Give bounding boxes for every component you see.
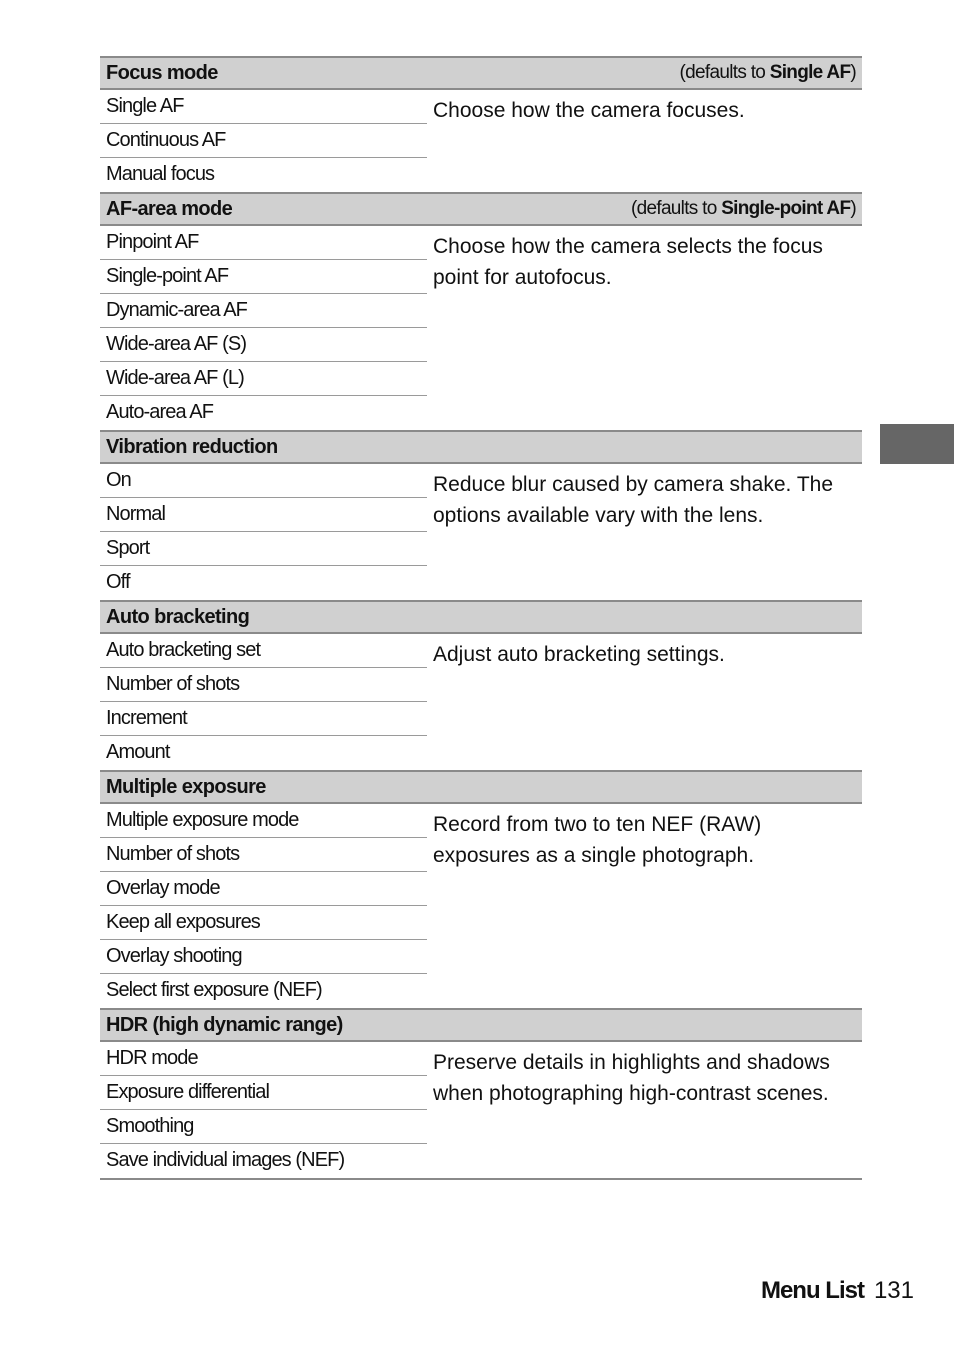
section-body: Multiple exposure mode Number of shots Ove… — [100, 804, 862, 1008]
section-title: Multiple exposure — [106, 775, 266, 798]
menu-section: Vibration reduction On Normal Sport Off Reduc… — [100, 430, 862, 600]
section-header: HDR (high dynamic range) — [100, 1008, 862, 1042]
menu-section: Auto bracketing Auto bracketing set Number… — [100, 600, 862, 770]
table-bottom-rule — [100, 1178, 862, 1180]
default-suffix: ) — [850, 62, 856, 83]
option-item: Select first exposure (NEF) — [106, 979, 323, 1001]
section-body: HDR mode Exposure differential Smoothing Sa… — [100, 1042, 862, 1178]
option-item: Continuous AF — [100, 124, 427, 158]
section-title: AF-area mode — [106, 197, 233, 220]
section-body: On Normal Sport Off Reduce blur caused by ca… — [100, 464, 862, 600]
option-item: Single-point AF — [100, 260, 427, 294]
section-default: (defaults to Single AF) — [679, 62, 857, 84]
option-item: Overlay mode — [100, 872, 427, 906]
option-item: Number of shots — [100, 668, 427, 702]
option-item: Sport — [100, 532, 427, 566]
option-item: Pinpoint AF — [100, 226, 427, 260]
section-header: Auto bracketing — [100, 600, 862, 634]
default-value: Single AF — [769, 62, 851, 83]
option-list: HDR mode Exposure differential Smoothing Sa… — [100, 1042, 427, 1178]
option-list: Auto bracketing set Number of shots Increm… — [100, 634, 427, 770]
section-description: Preserve details in highlights and shado… — [433, 1051, 830, 1105]
option-list: On Normal Sport Off — [100, 464, 427, 600]
section-body: Single AF Continuous AF Manual focus Choose… — [100, 90, 862, 192]
default-suffix: ) — [850, 198, 856, 219]
default-value: Single-point AF — [721, 198, 851, 219]
option-item: Auto-area AF — [106, 401, 214, 423]
menu-table: Focus mode (defaults to Single AF) Single … — [100, 56, 862, 1180]
option-item: HDR mode — [100, 1042, 427, 1076]
option-item: Amount — [106, 741, 170, 763]
option-item: Overlay shooting — [100, 940, 427, 974]
section-description: Reduce blur caused by camera shake. The … — [433, 473, 834, 527]
default-prefix: (defaults to — [679, 62, 770, 83]
default-prefix: (defaults to — [631, 198, 722, 219]
option-item: Single AF — [100, 90, 427, 124]
section-title: Auto bracketing — [106, 605, 250, 628]
chapter-tab-marker — [880, 424, 954, 464]
option-item: Manual focus — [106, 163, 215, 185]
section-description: Record from two to ten NEF (RAW) exposur… — [433, 813, 762, 867]
section-header: Vibration reduction — [100, 430, 862, 464]
option-list: Single AF Continuous AF Manual focus — [100, 90, 427, 192]
option-item: Dynamic-area AF — [100, 294, 427, 328]
option-list: Pinpoint AF Single-point AF Dynamic-area A… — [100, 226, 427, 430]
section-body: Auto bracketing set Number of shots Increm… — [100, 634, 862, 770]
section-title: HDR (high dynamic range) — [106, 1013, 343, 1036]
section-description: Choose how the camera selects the focus … — [433, 235, 823, 289]
section-title: Vibration reduction — [106, 435, 278, 458]
option-item: Increment — [100, 702, 427, 736]
option-item: Number of shots — [100, 838, 427, 872]
page-number: 131 — [873, 1277, 914, 1304]
option-item: Save individual images (NEF) — [106, 1149, 345, 1171]
section-title: Focus mode — [106, 61, 218, 84]
menu-section: AF-area mode (defaults to Single-point AF… — [100, 192, 862, 430]
section-header: Focus mode (defaults to Single AF) — [100, 56, 862, 90]
menu-section: HDR (high dynamic range) HDR mode Exposure… — [100, 1008, 862, 1178]
option-item: On — [100, 464, 427, 498]
menu-section: Multiple exposure Multiple exposure mode N… — [100, 770, 862, 1008]
footer-section-label: Menu List — [760, 1277, 865, 1304]
option-item: Multiple exposure mode — [100, 804, 427, 838]
option-item: Off — [106, 571, 131, 593]
section-header: AF-area mode (defaults to Single-point AF… — [100, 192, 862, 226]
option-item: Wide-area AF (L) — [100, 362, 427, 396]
section-description: Choose how the camera focuses. — [433, 99, 745, 122]
section-body: Pinpoint AF Single-point AF Dynamic-area A… — [100, 226, 862, 430]
option-item: Wide-area AF (S) — [100, 328, 427, 362]
option-item: Normal — [100, 498, 427, 532]
menu-section: Focus mode (defaults to Single AF) Single … — [100, 56, 862, 192]
option-item: Smoothing — [100, 1110, 427, 1144]
section-header: Multiple exposure — [100, 770, 862, 804]
section-default: (defaults to Single-point AF) — [631, 198, 857, 220]
section-description: Adjust auto bracketing settings. — [433, 643, 725, 666]
page-footer: Menu List 131 — [761, 1277, 914, 1305]
option-item: Keep all exposures — [100, 906, 427, 940]
option-item: Exposure differential — [100, 1076, 427, 1110]
option-item: Auto bracketing set — [100, 634, 427, 668]
option-list: Multiple exposure mode Number of shots Ove… — [100, 804, 427, 1008]
